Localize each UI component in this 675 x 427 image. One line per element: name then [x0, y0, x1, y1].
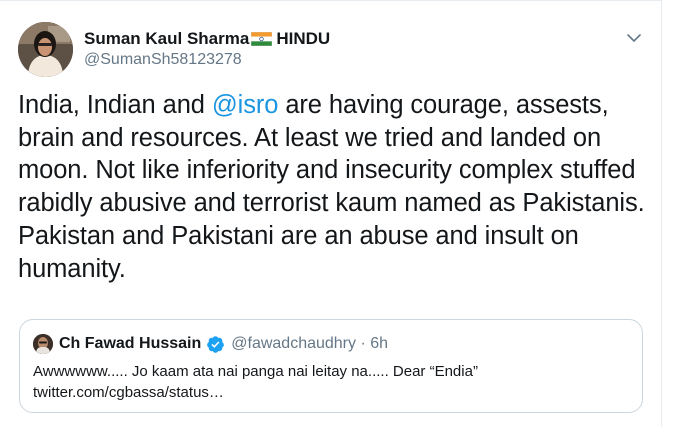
- quoted-text-link[interactable]: twitter.com/cgbassa/status…: [33, 382, 633, 403]
- tweet-text: India, Indian and @isro are having coura…: [18, 89, 654, 285]
- quoted-author-name[interactable]: Ch Fawad Hussain: [59, 335, 201, 353]
- tweet-text-part1: India, Indian and: [18, 91, 212, 119]
- quoted-author-row[interactable]: Ch Fawad Hussain @fawadchaudhry · 6h: [59, 333, 388, 355]
- author-name-row[interactable]: Suman Kaul Sharma HINDU: [84, 28, 330, 50]
- user-avatar-photo: [18, 22, 73, 77]
- author-display-name[interactable]: Suman Kaul Sharma: [84, 29, 249, 49]
- mention-link[interactable]: @isro: [212, 91, 279, 119]
- author-handle[interactable]: @SumanSh58123278: [84, 51, 242, 69]
- india-flag-icon: [251, 31, 273, 47]
- author-avatar[interactable]: [18, 22, 73, 77]
- quoted-text-line1: Awwwwww..... Jo kaam ata nai panga nai l…: [33, 363, 478, 380]
- quoted-author-avatar[interactable]: [33, 334, 53, 354]
- chevron-down-icon[interactable]: [626, 31, 642, 43]
- quoted-tweet-text: Awwwwww..... Jo kaam ata nai panga nai l…: [33, 361, 633, 403]
- author-name-suffix[interactable]: HINDU: [276, 29, 330, 49]
- tweet-text-part2: are having courage, assests, brain and r…: [18, 91, 645, 283]
- quoted-author-handle-time[interactable]: @fawadchaudhry · 6h: [231, 335, 388, 353]
- verified-badge-icon: [207, 335, 225, 353]
- quoted-tweet[interactable]: Ch Fawad Hussain @fawadchaudhry · 6h Aww…: [19, 319, 643, 413]
- user-avatar-photo: [33, 334, 53, 354]
- tweet-card[interactable]: Suman Kaul Sharma HINDU @SumanSh58123278…: [0, 0, 662, 427]
